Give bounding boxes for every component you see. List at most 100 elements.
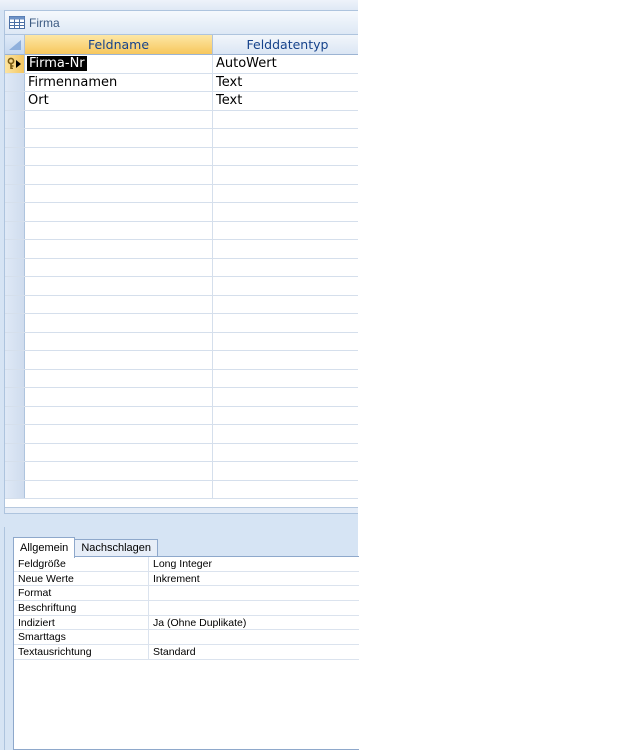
row-selector[interactable] (5, 480, 25, 498)
property-row[interactable]: Indiziert Ja (Ohne Duplikate) (14, 615, 360, 631)
pane-splitter[interactable] (4, 513, 358, 527)
row-selector[interactable] (5, 462, 25, 480)
field-row[interactable]: Ort Text (5, 92, 358, 111)
column-header-felddatentyp[interactable]: Felddatentyp (213, 35, 358, 55)
row-selector[interactable] (5, 166, 25, 184)
field-name-cell[interactable] (25, 480, 213, 498)
field-row[interactable] (5, 258, 358, 277)
property-row[interactable]: Neue Werte Inkrement (14, 571, 359, 587)
field-type-cell[interactable]: AutoWert (213, 55, 358, 73)
row-selector[interactable] (5, 425, 25, 443)
field-row[interactable] (5, 295, 358, 314)
row-selector[interactable] (5, 277, 25, 295)
row-selector[interactable] (5, 369, 25, 387)
field-name-cell[interactable] (25, 443, 213, 461)
field-row[interactable] (5, 277, 358, 296)
column-header-feldname[interactable]: Feldname (25, 35, 213, 55)
property-value[interactable] (148, 630, 360, 645)
field-type-cell[interactable] (213, 444, 358, 462)
field-name-cell[interactable] (25, 129, 213, 147)
field-type-cell[interactable] (213, 240, 358, 258)
row-selector[interactable] (5, 92, 25, 110)
field-name-cell[interactable] (25, 332, 213, 350)
property-row[interactable]: Beschriftung (14, 601, 359, 616)
row-selector[interactable] (5, 351, 25, 369)
select-all-corner[interactable] (5, 35, 25, 55)
field-name-cell[interactable] (25, 110, 213, 128)
field-name-cell[interactable]: Ort (25, 92, 213, 110)
field-name-cell[interactable] (25, 184, 213, 202)
row-selector[interactable] (5, 406, 25, 424)
field-row[interactable] (5, 240, 358, 259)
row-selector[interactable] (5, 184, 25, 202)
field-row[interactable] (5, 388, 358, 407)
row-selector[interactable] (5, 55, 25, 73)
row-selector[interactable] (5, 240, 25, 258)
row-selector[interactable] (5, 314, 25, 332)
field-type-cell[interactable] (213, 222, 358, 240)
field-type-cell[interactable] (213, 203, 358, 221)
field-row[interactable] (5, 332, 358, 351)
field-type-cell[interactable]: Text (213, 74, 358, 92)
row-selector[interactable] (5, 73, 25, 91)
field-type-cell[interactable] (213, 333, 358, 351)
field-name-cell[interactable] (25, 203, 213, 221)
row-selector[interactable] (5, 332, 25, 350)
field-row[interactable] (5, 314, 358, 333)
field-name-cell[interactable] (25, 166, 213, 184)
field-row[interactable] (5, 129, 358, 148)
field-type-cell[interactable] (213, 370, 358, 388)
field-row[interactable] (5, 406, 358, 425)
row-selector[interactable] (5, 443, 25, 461)
field-row[interactable] (5, 443, 358, 462)
field-row[interactable] (5, 184, 358, 203)
field-name-cell[interactable]: Firmennamen (25, 73, 213, 91)
field-name-cell[interactable] (25, 369, 213, 387)
field-row[interactable] (5, 166, 358, 185)
field-type-cell[interactable] (213, 277, 358, 295)
field-row[interactable] (5, 351, 358, 370)
property-value[interactable] (148, 586, 360, 601)
row-selector[interactable] (5, 203, 25, 221)
row-selector[interactable] (5, 110, 25, 128)
field-row[interactable] (5, 480, 358, 499)
property-value[interactable]: Standard (148, 645, 360, 659)
field-type-cell[interactable]: Text (213, 92, 358, 110)
property-value[interactable]: Long Integer (148, 557, 360, 571)
field-type-cell[interactable] (213, 185, 358, 203)
field-name-cell[interactable] (25, 277, 213, 295)
property-value[interactable]: Ja (Ohne Duplikate) (148, 615, 360, 630)
property-row[interactable]: Smarttags (14, 630, 360, 646)
field-row[interactable] (5, 110, 358, 129)
row-selector[interactable] (5, 129, 25, 147)
field-type-cell[interactable] (213, 314, 358, 332)
property-row[interactable]: Textausrichtung Standard (14, 645, 359, 660)
field-type-cell[interactable] (213, 111, 358, 129)
field-name-cell[interactable] (25, 351, 213, 369)
tab-allgemein[interactable]: Allgemein (13, 537, 76, 558)
field-name-cell[interactable] (25, 425, 213, 443)
field-type-cell[interactable] (213, 129, 358, 147)
field-name-cell[interactable] (25, 258, 213, 276)
row-selector[interactable] (5, 221, 25, 239)
field-type-cell[interactable] (213, 481, 358, 499)
row-selector[interactable] (5, 147, 25, 165)
field-name-cell[interactable] (25, 240, 213, 258)
field-row[interactable]: Firmennamen Text (5, 73, 358, 92)
document-tab[interactable]: Firma (4, 10, 358, 35)
field-type-cell[interactable] (213, 351, 358, 369)
field-row[interactable] (5, 425, 358, 444)
field-type-cell[interactable] (213, 148, 358, 166)
field-type-cell[interactable] (213, 296, 358, 314)
row-selector[interactable] (5, 258, 25, 276)
field-type-cell[interactable] (213, 425, 358, 443)
field-name-cell[interactable] (25, 147, 213, 165)
field-name-cell[interactable]: Firma-Nr (25, 55, 213, 73)
property-value[interactable] (148, 601, 360, 615)
field-row[interactable] (5, 203, 358, 222)
field-row[interactable] (5, 221, 358, 240)
field-row[interactable] (5, 369, 358, 388)
field-type-cell[interactable] (213, 259, 358, 277)
field-type-cell[interactable] (213, 407, 358, 425)
field-name-cell[interactable] (25, 295, 213, 313)
